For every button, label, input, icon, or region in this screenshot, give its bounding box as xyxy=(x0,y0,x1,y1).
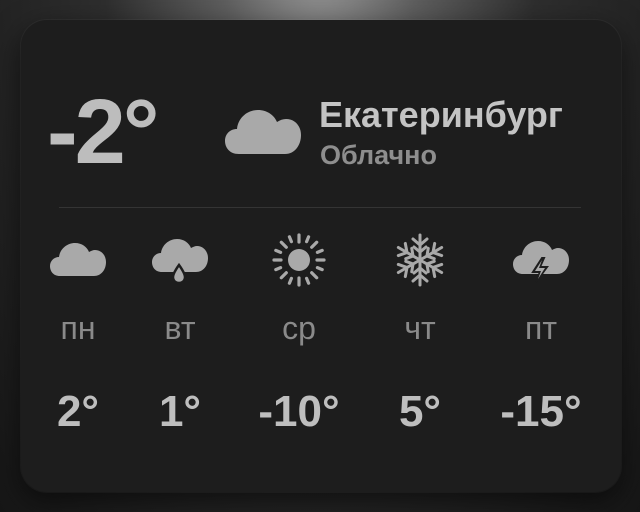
day-label: вт xyxy=(164,310,196,346)
day-temperature: -10° xyxy=(258,387,340,436)
day-label: чт xyxy=(404,310,436,346)
day-temperature: 2° xyxy=(56,387,100,436)
city-name: Екатеринбург xyxy=(319,94,563,135)
cloud-lightning-icon xyxy=(513,232,569,288)
weather-widget[interactable]: -2° Екатеринбург Облачно пн 2° вт 1° ср … xyxy=(21,20,621,492)
forecast-row: пн 2° вт 1° ср -10° чт 5° пт -15° xyxy=(21,232,621,452)
day-temperature: -15° xyxy=(500,387,582,436)
current-temperature: -2° xyxy=(47,81,160,183)
forecast-day: пн 2° xyxy=(23,232,133,452)
sun-icon xyxy=(271,232,327,288)
cloud-rain-drop-icon xyxy=(152,232,208,288)
forecast-day: чт 5° xyxy=(365,232,475,452)
snowflake-icon xyxy=(392,232,448,288)
day-temperature: 5° xyxy=(398,387,442,436)
forecast-day: вт 1° xyxy=(125,232,235,452)
day-label: пн xyxy=(60,310,96,346)
cloud-icon xyxy=(225,104,301,156)
day-label: ср xyxy=(282,310,316,346)
cloud-icon xyxy=(50,232,106,288)
day-temperature: 1° xyxy=(158,387,202,436)
forecast-day: ср -10° xyxy=(244,232,354,452)
weather-condition: Облачно xyxy=(320,140,437,170)
forecast-day: пт -15° xyxy=(486,232,596,452)
day-label: пт xyxy=(525,310,557,346)
divider xyxy=(59,207,581,208)
